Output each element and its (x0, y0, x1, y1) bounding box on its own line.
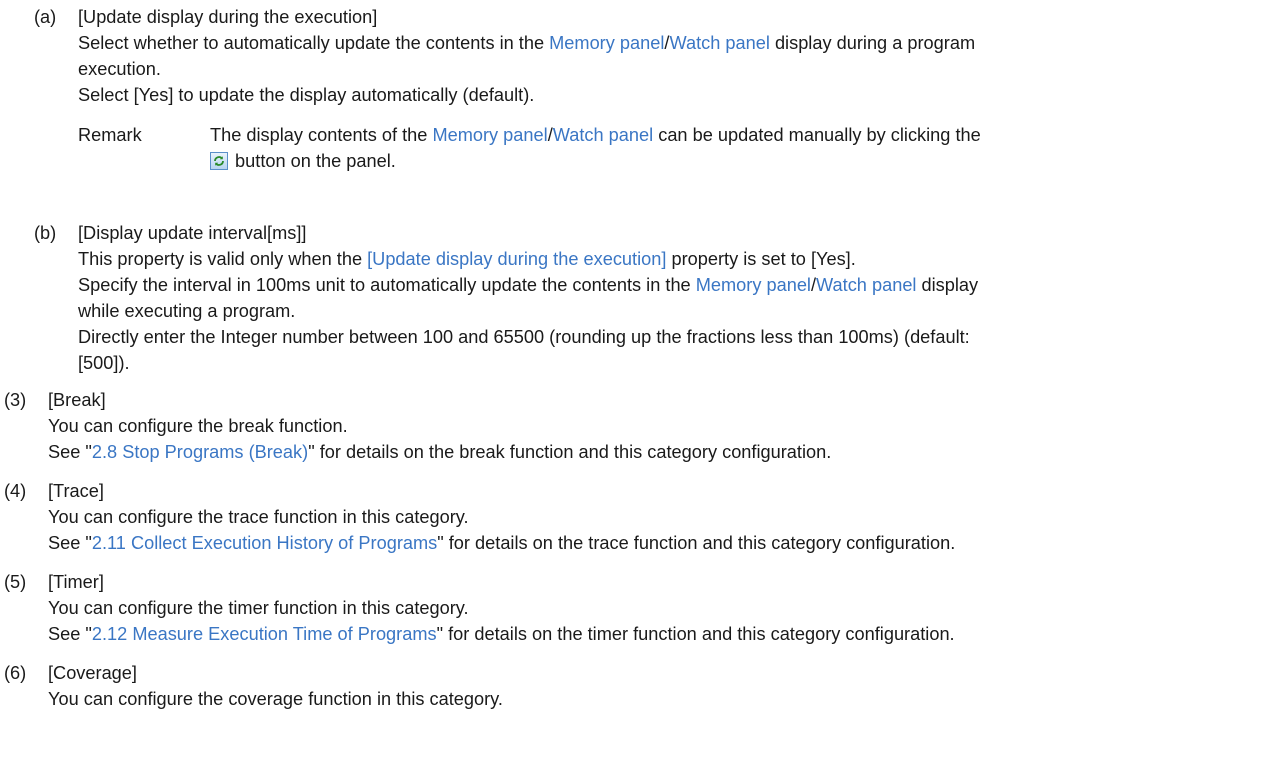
section-6-number: (6) (4, 663, 27, 683)
section-3-line2: See "2.8 Stop Programs (Break)" for deta… (48, 442, 832, 462)
update-display-property-link[interactable]: [Update display during the execution] (367, 249, 666, 269)
section-3-line1: You can configure the break function. (48, 416, 348, 436)
measure-time-link[interactable]: 2.12 Measure Execution Time of Programs (92, 624, 437, 644)
remark-line2: button on the panel. (210, 148, 1262, 174)
section-b-line3: while executing a program. (78, 301, 296, 321)
section-6-title: [Coverage] (48, 663, 137, 683)
section-4: (4) [Trace] You can configure the trace … (4, 478, 1262, 558)
stop-programs-link[interactable]: 2.8 Stop Programs (Break) (92, 442, 308, 462)
section-b-line2: Specify the interval in 100ms unit to au… (78, 275, 979, 295)
section-5-line2: See "2.12 Measure Execution Time of Prog… (48, 624, 955, 644)
section-a-line2: execution. (78, 59, 161, 79)
section-b: (b) [Display update interval[ms]] This p… (34, 220, 1262, 380)
section-5-line1: You can configure the timer function in … (48, 598, 469, 618)
section-b-line4: Directly enter the Integer number betwee… (78, 327, 970, 347)
document-page: (a) [Update display during the execution… (0, 0, 1262, 767)
section-a-title: [Update display during the execution] (78, 7, 378, 27)
section-5: (5) [Timer] You can configure the timer … (4, 569, 1262, 649)
section-5-number: (5) (4, 572, 27, 592)
section-6-line1: You can configure the coverage function … (48, 689, 503, 709)
section-4-line1: You can configure the trace function in … (48, 507, 469, 527)
section-b-line5: [500]). (78, 353, 130, 373)
section-a-number: (a) (34, 7, 57, 27)
section-a-line1: Select whether to automatically update t… (78, 33, 976, 53)
section-b-number: (b) (34, 223, 57, 243)
memory-panel-link[interactable]: Memory panel (696, 275, 811, 295)
section-3: (3) [Break] You can configure the break … (4, 387, 1262, 467)
memory-panel-link[interactable]: Memory panel (432, 125, 547, 145)
section-5-title: [Timer] (48, 572, 104, 592)
section-4-line2: See "2.11 Collect Execution History of P… (48, 533, 956, 553)
section-b-title: [Display update interval[ms]] (78, 223, 307, 243)
remark-line1: The display contents of the Memory panel… (210, 125, 981, 145)
watch-panel-link[interactable]: Watch panel (816, 275, 916, 295)
section-b-line1: This property is valid only when the [Up… (78, 249, 856, 269)
section-6: (6) [Coverage] You can configure the cov… (4, 660, 1262, 720)
section-4-title: [Trace] (48, 481, 104, 501)
section-3-title: [Break] (48, 390, 106, 410)
memory-panel-link[interactable]: Memory panel (549, 33, 664, 53)
section-a-line3: Select [Yes] to update the display autom… (78, 85, 535, 105)
watch-panel-link[interactable]: Watch panel (669, 33, 769, 53)
section-4-number: (4) (4, 481, 27, 501)
collect-history-link[interactable]: 2.11 Collect Execution History of Progra… (92, 533, 437, 553)
section-a: (a) [Update display during the execution… (34, 4, 1262, 210)
remark-label: Remark (78, 125, 142, 145)
refresh-icon (210, 152, 228, 170)
watch-panel-link[interactable]: Watch panel (553, 125, 653, 145)
section-3-number: (3) (4, 390, 27, 410)
remark: Remark The display contents of the Memor… (78, 122, 1262, 174)
